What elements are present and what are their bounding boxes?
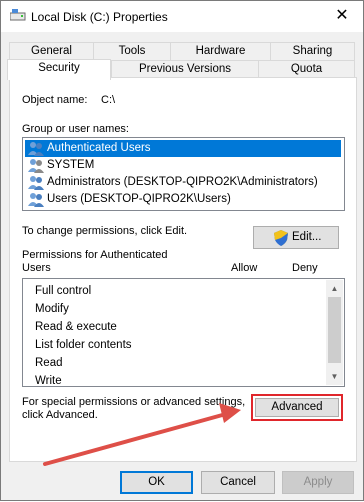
shield-icon xyxy=(274,230,288,246)
apply-button[interactable]: Apply xyxy=(282,471,354,494)
user-name: Administrators (DESKTOP-QIPRO2K\Administ… xyxy=(47,176,318,188)
allow-column-header: Allow xyxy=(231,262,258,274)
tab-security[interactable]: Security xyxy=(7,59,111,80)
advanced-button[interactable]: Advanced xyxy=(255,398,339,417)
user-group-icon xyxy=(28,142,44,156)
close-icon[interactable]: ✕ xyxy=(331,5,353,27)
user-name: Authenticated Users xyxy=(47,142,151,154)
permission-row: Write xyxy=(35,375,62,387)
list-item[interactable]: Authenticated Users xyxy=(25,140,341,157)
window-title: Local Disk (C:) Properties xyxy=(31,10,168,24)
properties-dialog: Local Disk (C:) Properties ✕ General Too… xyxy=(0,0,364,501)
ok-button[interactable]: OK xyxy=(120,471,193,494)
user-group-icon xyxy=(28,193,44,207)
permission-row: Read & execute xyxy=(35,321,117,333)
user-group-icon xyxy=(28,159,44,173)
object-name-value: C:\ xyxy=(101,94,116,106)
security-panel: Object name: C:\ Group or user names: Au… xyxy=(9,77,357,462)
scroll-down-icon[interactable]: ▼ xyxy=(326,368,343,385)
change-permissions-text: To change permissions, click Edit. xyxy=(22,225,188,237)
permissions-header-user: Users xyxy=(22,262,51,274)
cancel-button[interactable]: Cancel xyxy=(201,471,275,494)
tab-hardware[interactable]: Hardware xyxy=(170,42,271,61)
scroll-up-icon[interactable]: ▲ xyxy=(326,280,343,297)
group-user-label: Group or user names: xyxy=(22,123,129,135)
tab-sharing[interactable]: Sharing xyxy=(270,42,355,61)
user-name: SYSTEM xyxy=(47,159,95,171)
drive-icon xyxy=(10,9,26,21)
title-bar[interactable]: Local Disk (C:) Properties ✕ xyxy=(1,1,363,32)
permission-row: Modify xyxy=(35,303,69,315)
permission-row: Read xyxy=(35,357,63,369)
permissions-scrollbar[interactable]: ▲ ▼ xyxy=(326,280,343,385)
user-group-icon xyxy=(28,176,44,190)
user-list[interactable]: Authenticated Users SYSTEM Administrator… xyxy=(22,137,345,211)
list-item[interactable]: SYSTEM xyxy=(25,157,94,174)
special-permissions-text: For special permissions or advanced sett… xyxy=(22,396,246,408)
permission-row: Full control xyxy=(35,285,92,297)
user-name: Users (DESKTOP-QIPRO2K\Users) xyxy=(47,193,231,205)
edit-button[interactable]: Edit... xyxy=(253,226,339,249)
deny-column-header: Deny xyxy=(292,262,318,274)
permissions-header: Permissions for Authenticated xyxy=(22,249,168,261)
permissions-list[interactable]: Full control Modify Read & execute List … xyxy=(22,278,345,387)
scroll-thumb[interactable] xyxy=(328,297,341,363)
permission-row: List folder contents xyxy=(35,339,132,351)
list-item[interactable]: Users (DESKTOP-QIPRO2K\Users) xyxy=(25,191,231,208)
list-item[interactable]: Administrators (DESKTOP-QIPRO2K\Administ… xyxy=(25,174,318,191)
special-permissions-text-2: click Advanced. xyxy=(22,409,98,421)
edit-label: Edit... xyxy=(292,231,322,243)
object-name-label: Object name: xyxy=(22,94,88,106)
